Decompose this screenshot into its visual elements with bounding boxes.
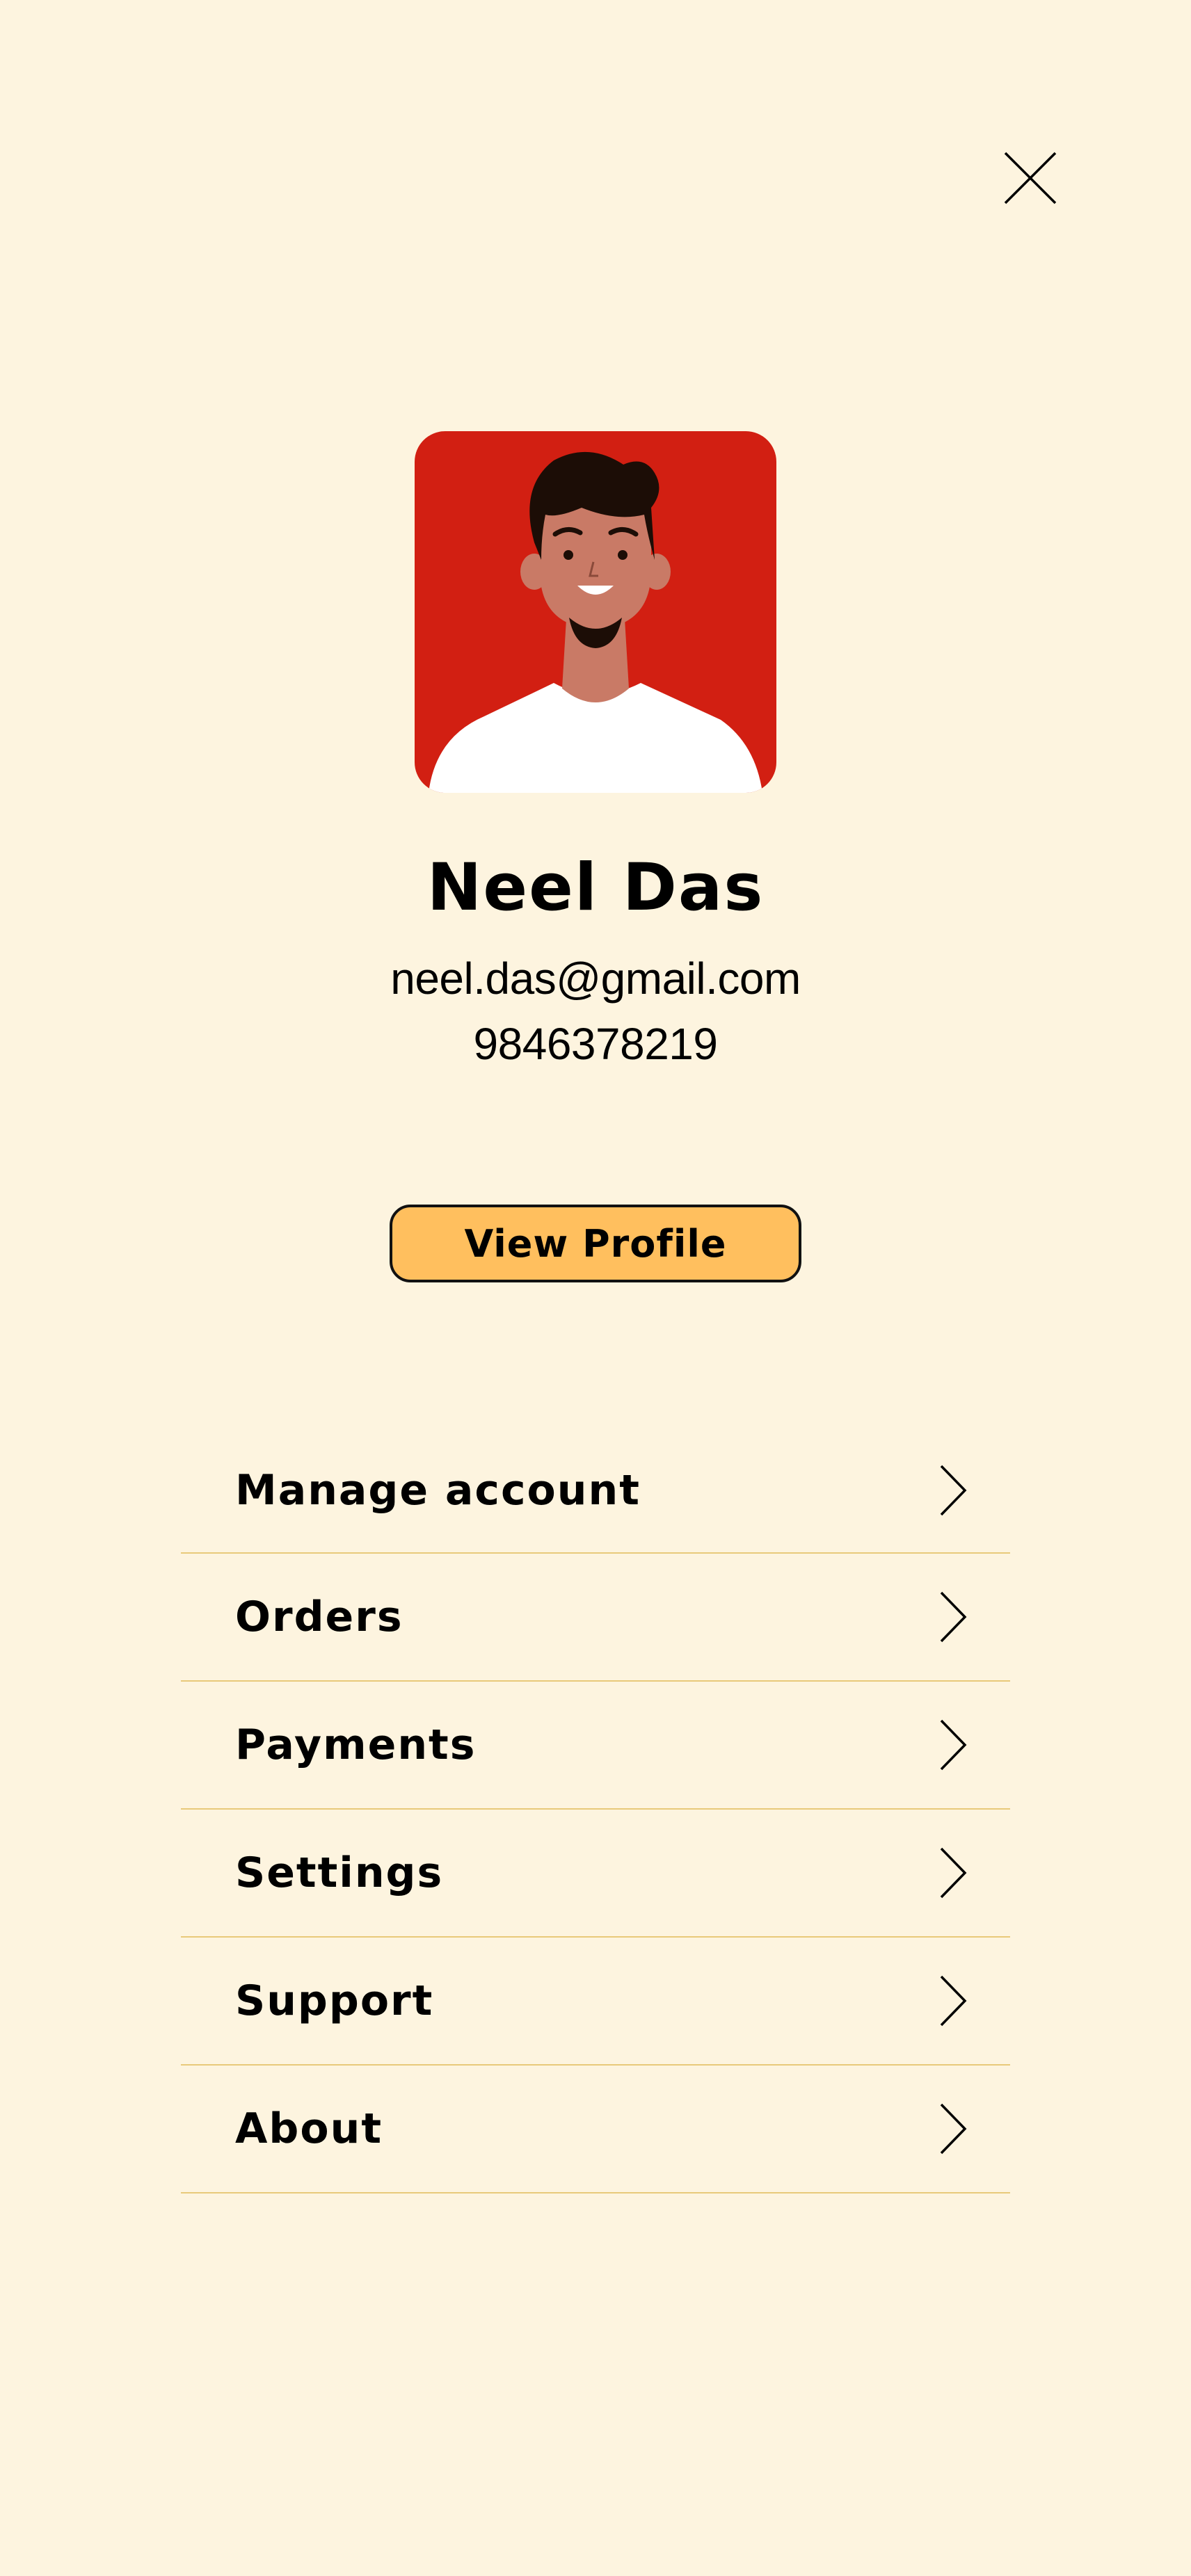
avatar (415, 431, 776, 793)
menu-item-orders[interactable]: Orders (181, 1554, 1010, 1682)
menu-item-label: Payments (235, 1721, 477, 1769)
chevron-right-icon (939, 1464, 967, 1517)
chevron-right-icon (939, 2102, 967, 2155)
chevron-right-icon (939, 1591, 967, 1643)
menu-item-label: Settings (235, 1849, 444, 1897)
menu-item-label: About (235, 2104, 383, 2153)
profile-menu: Manage account Orders Payments Settings … (181, 1428, 1010, 2193)
menu-item-payments[interactable]: Payments (181, 1682, 1010, 1810)
close-button[interactable] (1002, 150, 1058, 206)
view-profile-button[interactable]: View Profile (390, 1205, 801, 1282)
avatar-illustration (429, 451, 762, 793)
chevron-right-icon (939, 1974, 967, 2027)
menu-item-support[interactable]: Support (181, 1938, 1010, 2066)
close-icon (1004, 152, 1057, 204)
chevron-right-icon (939, 1846, 967, 1899)
menu-item-label: Support (235, 1977, 434, 2025)
profile-phone: 9846378219 (473, 1019, 718, 1069)
menu-item-manage-account[interactable]: Manage account (181, 1428, 1010, 1554)
menu-item-label: Orders (235, 1593, 403, 1641)
menu-item-about[interactable]: About (181, 2066, 1010, 2193)
menu-item-label: Manage account (235, 1466, 641, 1515)
view-profile-label: View Profile (464, 1221, 727, 1266)
menu-item-settings[interactable]: Settings (181, 1810, 1010, 1938)
profile-name: Neel Das (426, 850, 765, 926)
profile-email: neel.das@gmail.com (390, 953, 801, 1004)
chevron-right-icon (939, 1718, 967, 1771)
